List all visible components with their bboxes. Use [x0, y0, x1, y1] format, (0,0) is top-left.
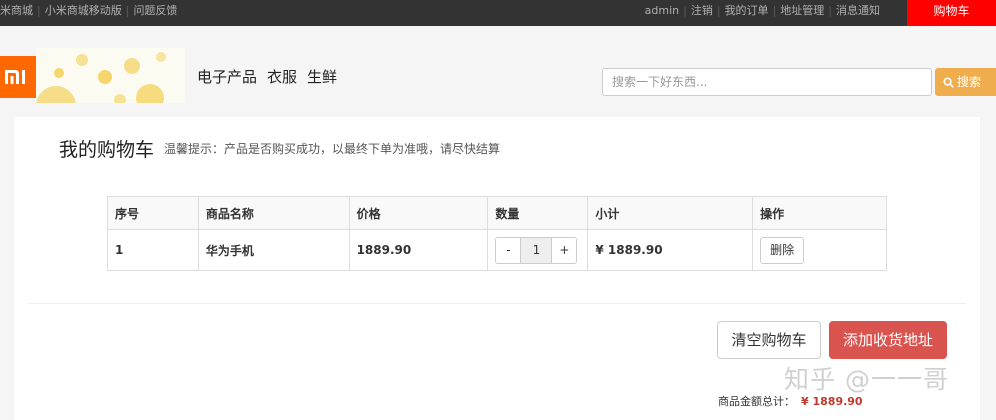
- cell-quantity: - 1 +: [487, 229, 589, 271]
- separator: |: [683, 4, 687, 17]
- top-link-user[interactable]: admin: [645, 4, 679, 17]
- cell-subtotal: ¥ 1889.90: [587, 229, 754, 271]
- banner-coin: [98, 70, 112, 84]
- search-icon: [943, 77, 954, 88]
- top-cart-button[interactable]: 购物车: [907, 0, 996, 26]
- col-header-action: 操作: [752, 196, 887, 230]
- top-links-right: admin | 注销 | 我的订单 | 地址管理 | 消息通知: [645, 0, 880, 26]
- quantity-stepper: - 1 +: [495, 236, 578, 264]
- quantity-input[interactable]: 1: [520, 237, 553, 263]
- delete-button[interactable]: 删除: [760, 236, 805, 264]
- separator: |: [125, 4, 130, 17]
- banner-coin: [136, 84, 164, 103]
- nav-clothing[interactable]: 衣服: [267, 68, 297, 86]
- separator: |: [716, 4, 721, 17]
- banner-coin: [124, 58, 140, 74]
- quantity-plus-button[interactable]: +: [552, 237, 577, 263]
- category-nav: 电子产品 衣服 生鲜: [197, 66, 347, 87]
- cell-product-name: 华为手机: [197, 229, 350, 271]
- cart-tip: 温馨提示：产品是否购买成功，以最终下单为准哦，请尽快结算: [164, 142, 501, 156]
- top-link-address[interactable]: 地址管理: [780, 4, 824, 17]
- mi-logo[interactable]: [0, 56, 36, 98]
- search-placeholder: 搜索一下好东西...: [612, 75, 708, 89]
- order-total: 商品金额总计： ¥ 1889.90: [718, 393, 863, 409]
- total-amount: ¥ 1889.90: [801, 395, 863, 408]
- separator: |: [37, 4, 41, 17]
- col-header-index: 序号: [107, 196, 199, 230]
- total-label: 商品金额总计：: [718, 395, 795, 408]
- top-link-mall[interactable]: 米商城: [0, 4, 33, 17]
- top-link-mobile[interactable]: 小米商城移动版: [45, 4, 122, 17]
- separator: |: [772, 4, 777, 17]
- col-header-name: 商品名称: [197, 196, 350, 230]
- watermark: 知乎 @一一哥: [784, 365, 949, 394]
- top-bar: 米商城 | 小米商城移动版 | 问题反馈 admin | 注销 | 我的订单 | 地址管理 | 消息通知…: [0, 0, 996, 26]
- nav-fresh[interactable]: 生鲜: [307, 68, 337, 86]
- banner-image: [36, 48, 185, 103]
- mi-logo-icon: [5, 70, 25, 84]
- top-link-logout[interactable]: 注销: [691, 4, 713, 17]
- table-row: 1 华为手机 1889.90 - 1 + ¥ 1889.90 删除: [107, 229, 887, 271]
- clear-cart-button[interactable]: 清空购物车: [717, 321, 821, 359]
- banner-coin: [36, 86, 76, 103]
- cell-price: 1889.90: [348, 229, 489, 271]
- top-link-orders[interactable]: 我的订单: [725, 4, 769, 17]
- banner-coin: [114, 94, 126, 103]
- separator: |: [828, 4, 832, 17]
- banner-coin: [76, 54, 88, 66]
- search-input[interactable]: 搜索一下好东西...: [602, 68, 932, 96]
- search-button[interactable]: 搜索: [935, 68, 996, 96]
- table-header-row: 序号 商品名称 价格 数量 小计 操作: [107, 196, 887, 230]
- top-links-left: 米商城 | 小米商城移动版 | 问题反馈: [0, 0, 177, 26]
- top-link-messages[interactable]: 消息通知: [836, 4, 880, 17]
- top-link-feedback[interactable]: 问题反馈: [133, 4, 177, 17]
- cart-table: 序号 商品名称 价格 数量 小计 操作 1 华为手机 1889.90 - 1 +…: [107, 196, 887, 271]
- col-header-subtotal: 小计: [587, 196, 754, 230]
- divider: [28, 303, 966, 304]
- col-header-price: 价格: [348, 196, 489, 230]
- page-title: 我的购物车: [59, 139, 155, 161]
- banner-coin: [54, 68, 64, 78]
- search-button-label: 搜索: [957, 75, 982, 89]
- nav-electronics[interactable]: 电子产品: [197, 68, 257, 86]
- cell-index: 1: [107, 229, 199, 271]
- cell-action: 删除: [752, 229, 887, 271]
- col-header-quantity: 数量: [487, 196, 589, 230]
- quantity-minus-button[interactable]: -: [496, 237, 521, 263]
- add-address-button[interactable]: 添加收货地址: [829, 321, 947, 359]
- banner-coin: [156, 52, 166, 62]
